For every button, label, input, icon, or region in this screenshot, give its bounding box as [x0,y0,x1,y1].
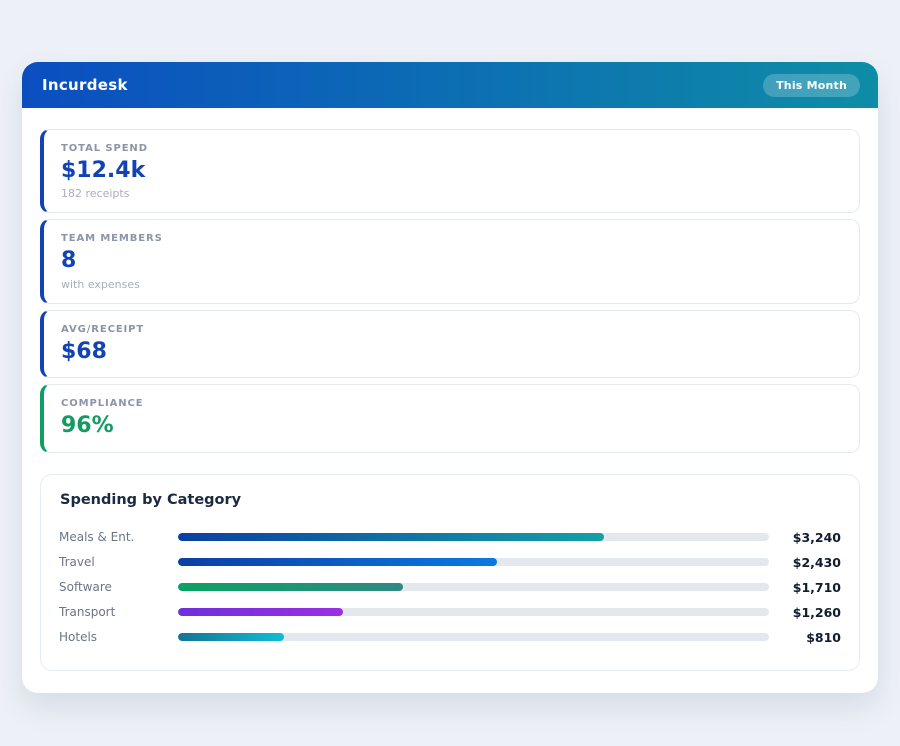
category-label: Hotels [59,630,178,644]
stat-value: $68 [61,339,842,365]
dashboard-content: TOTAL SPEND $12.4k 182 receipts TEAM MEM… [22,108,878,693]
category-bar-fill [178,633,284,641]
stat-label: COMPLIANCE [61,398,842,409]
spending-by-category-card: Spending by Category Meals & Ent. $3,240… [40,474,860,671]
category-bar-fill [178,583,403,591]
dashboard-panel: Incurdesk This Month TOTAL SPEND $12.4k … [22,62,878,693]
stat-value: $12.4k [61,158,842,184]
category-row-hotels: Hotels $810 [59,625,841,650]
category-row-travel: Travel $2,430 [59,550,841,575]
category-label: Transport [59,605,178,619]
category-bar-track [178,608,769,616]
category-bar-track [178,583,769,591]
category-value: $2,430 [769,555,841,570]
category-label: Software [59,580,178,594]
category-row-software: Software $1,710 [59,575,841,600]
stat-label: TOTAL SPEND [61,143,842,154]
stat-card-team-members: TEAM MEMBERS 8 with expenses [40,219,860,303]
app-title: Incurdesk [42,76,128,94]
category-card-title: Spending by Category [60,492,841,508]
category-bar-fill [178,608,343,616]
category-value: $1,710 [769,580,841,595]
category-value: $3,240 [769,530,841,545]
stat-label: AVG/RECEIPT [61,324,842,335]
category-bar-track [178,558,769,566]
app-header: Incurdesk This Month [22,62,878,108]
period-badge[interactable]: This Month [763,74,860,97]
category-bar-fill [178,533,604,541]
category-value: $810 [769,630,841,645]
category-bar-fill [178,558,497,566]
stat-card-avg-receipt: AVG/RECEIPT $68 [40,310,860,378]
category-label: Meals & Ent. [59,530,178,544]
category-row-meals: Meals & Ent. $3,240 [59,525,841,550]
category-value: $1,260 [769,605,841,620]
stat-card-total-spend: TOTAL SPEND $12.4k 182 receipts [40,129,860,213]
stat-value: 8 [61,248,842,274]
category-label: Travel [59,555,178,569]
category-bar-track [178,533,769,541]
category-bar-track [178,633,769,641]
stat-card-compliance: COMPLIANCE 96% [40,384,860,452]
stat-sub: with expenses [61,278,842,291]
stat-value: 96% [61,413,842,439]
category-row-transport: Transport $1,260 [59,600,841,625]
stat-label: TEAM MEMBERS [61,233,842,244]
stat-sub: 182 receipts [61,187,842,200]
